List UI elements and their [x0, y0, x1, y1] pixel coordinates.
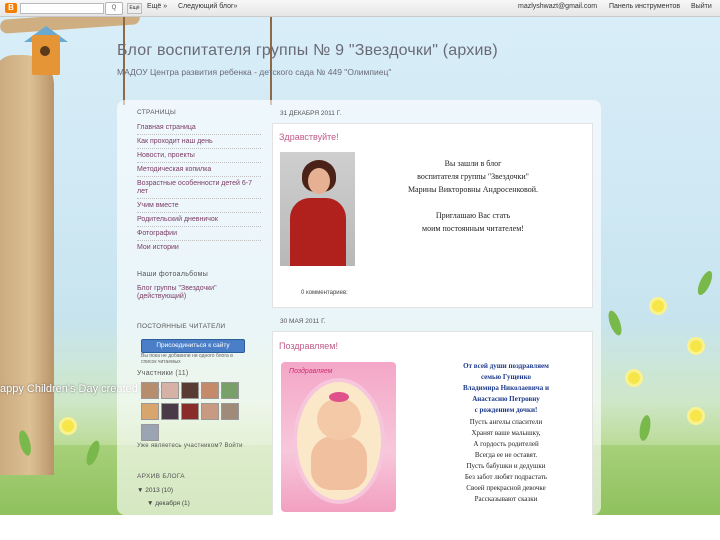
- greeting-card-image: Поздравляем: [281, 362, 396, 512]
- archive-month-toggle[interactable]: ▼ декабря (1): [147, 500, 190, 507]
- divider: [137, 212, 261, 213]
- welcome-line: воспитателя группы "Звездочки": [417, 172, 529, 181]
- search-input[interactable]: [20, 3, 104, 14]
- sidebar-item-news[interactable]: Новости, проекты: [137, 152, 257, 160]
- photo-face: [308, 168, 330, 194]
- already-member-link[interactable]: Уже являетесь участником? Войти: [137, 443, 243, 449]
- albums-link[interactable]: Блог группы "Звездочки" (действующий): [137, 285, 247, 301]
- avatar[interactable]: [201, 382, 219, 399]
- leaf: [694, 269, 716, 297]
- sidebar-item-photos[interactable]: Фотографии: [137, 230, 257, 238]
- divider: [137, 176, 261, 177]
- sidebar-item-learn[interactable]: Учим вместе: [137, 202, 257, 210]
- swing-rope-right: [270, 15, 272, 105]
- poem-line: А гордость родителей: [473, 440, 539, 448]
- poem-line: Пусть бабушки и дедушки: [466, 462, 546, 470]
- avatar[interactable]: [141, 403, 159, 420]
- poem-line: Владимира Николаевича и: [462, 384, 550, 392]
- sidebar: СТРАНИЦЫ Главная страница Как проходит н…: [137, 105, 265, 515]
- next-blog-link[interactable]: Следующий блог»: [178, 3, 237, 10]
- archive-year-toggle[interactable]: ▼ 2013 (10): [137, 487, 173, 494]
- post-date: 31 ДЕКАБРЯ 2011 Г.: [280, 110, 342, 117]
- divider: [137, 162, 261, 163]
- avatar[interactable]: [181, 403, 199, 420]
- flower-icon: [628, 372, 640, 384]
- leaf: [605, 309, 625, 337]
- welcome-line: Приглашаю Вас стать: [435, 211, 511, 220]
- sidebar-item-home[interactable]: Главная страница: [137, 124, 257, 132]
- comments-link[interactable]: 0 комментариев:: [301, 290, 348, 296]
- photo-body: [290, 198, 346, 266]
- divider: [137, 198, 261, 199]
- poem-line: Анастасию Петровну: [472, 395, 540, 403]
- post-date: 30 МАЯ 2011 Г.: [280, 318, 326, 325]
- teacher-photo: [280, 152, 355, 266]
- members-label: Участники (11): [137, 370, 189, 377]
- avatar[interactable]: [161, 382, 179, 399]
- avatar[interactable]: [181, 382, 199, 399]
- poem-line: Всегда ее не оставят.: [474, 451, 538, 459]
- albums-heading: Наши фотоальбомы: [137, 271, 209, 278]
- baby-head: [317, 398, 361, 440]
- sidebar-item-methods[interactable]: Методическая копилка: [137, 166, 257, 174]
- pages-heading: СТРАНИЦЫ: [137, 109, 177, 116]
- followers-heading: ПОСТОЯННЫЕ ЧИТАТЕЛИ: [137, 323, 226, 330]
- poem-line: Рассказывают сказки: [474, 495, 538, 503]
- archive-heading: АРХИВ БЛОГА: [137, 473, 185, 480]
- share-button[interactable]: Ещё: [127, 3, 142, 14]
- poem-line: Пусть ангелы спасители: [469, 418, 543, 426]
- flower-icon: [690, 410, 702, 422]
- flower-icon: [62, 420, 74, 432]
- avatar[interactable]: [221, 403, 239, 420]
- blog-title[interactable]: Блог воспитателя группы № 9 "Звездочки" …: [117, 42, 498, 60]
- leaf: [637, 414, 653, 442]
- divider: [137, 134, 261, 135]
- tree-trunk: [0, 55, 54, 475]
- welcome-line: Марины Викторовны Андросенковой.: [407, 185, 539, 194]
- follow-button[interactable]: Присоединиться к сайту: [141, 339, 245, 353]
- avatar[interactable]: [221, 382, 239, 399]
- poem-line: От всей души поздравляем: [463, 362, 549, 370]
- birdhouse-hole: [40, 46, 50, 56]
- browser-viewport: appy Children's Day created by www.2Dest…: [0, 0, 720, 515]
- user-email: mazlyshwazt@gmail.com: [518, 3, 598, 10]
- welcome-line: моим постоянным читателем!: [422, 224, 524, 233]
- baby-body: [311, 436, 367, 490]
- logout-link[interactable]: Выйти: [691, 3, 712, 10]
- search-button[interactable]: Q: [105, 2, 123, 15]
- card-text: Поздравляем: [289, 368, 333, 375]
- swing-rope-left: [123, 15, 125, 105]
- blog-description: МАДОУ Центра развития ребенка - детского…: [117, 67, 392, 77]
- poem-line: семью Гущенко: [480, 373, 532, 381]
- blogger-logo-icon[interactable]: B: [5, 3, 17, 13]
- poem-line: Хранят ваше малышку,: [471, 429, 541, 437]
- post-title[interactable]: Поздравляем!: [279, 341, 338, 351]
- sidebar-item-day[interactable]: Как проходит наш день: [137, 138, 257, 146]
- post-welcome: Здравствуйте! Вы зашли в блог воспитател…: [272, 123, 593, 308]
- post-congrats: Поздравляем! Поздравляем От всей души по…: [272, 331, 593, 515]
- divider: [137, 148, 261, 149]
- sidebar-item-age[interactable]: Возрастные особенности детей 6-7 лет: [137, 180, 257, 196]
- blogger-navbar: B Q Ещё Ещё » Следующий блог» mazlyshwaz…: [0, 0, 720, 17]
- post-title[interactable]: Здравствуйте!: [279, 132, 339, 142]
- poem-line: Без забот любят подрастать: [464, 473, 548, 481]
- divider: [137, 226, 261, 227]
- poem-line: с рождением дочки!: [474, 406, 538, 414]
- more-link[interactable]: Ещё »: [147, 3, 167, 10]
- flower-icon: [690, 340, 702, 352]
- poem-line: Своей прекрасной девочке: [466, 484, 546, 492]
- dashboard-link[interactable]: Панель инструментов: [609, 3, 680, 10]
- divider: [137, 240, 261, 241]
- avatar[interactable]: [141, 382, 159, 399]
- sidebar-item-diary[interactable]: Родительский дневничок: [137, 216, 257, 224]
- avatar[interactable]: [141, 424, 159, 441]
- sidebar-item-stories[interactable]: Мои истории: [137, 244, 257, 252]
- avatar[interactable]: [161, 403, 179, 420]
- avatar[interactable]: [201, 403, 219, 420]
- bow: [329, 392, 349, 402]
- follow-note: Вы пока не добавили ни одного блога в сп…: [141, 353, 233, 365]
- flower-icon: [652, 300, 664, 312]
- welcome-line: Вы зашли в блог: [444, 159, 502, 168]
